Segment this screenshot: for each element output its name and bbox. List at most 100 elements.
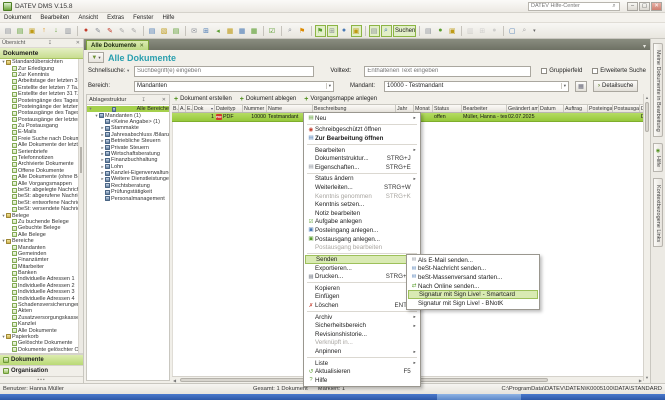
volltext-input[interactable] (367, 68, 528, 74)
sidebar-scrollbar[interactable] (78, 59, 83, 353)
column-header[interactable]: Dok ▾ (193, 105, 215, 112)
scroll-down-icon[interactable]: ▼ (644, 375, 650, 380)
tree-item[interactable]: ▸ Betriebliche Steuern (87, 138, 169, 144)
toolbar-button[interactable]: ▤ (15, 25, 26, 37)
toolbar-button[interactable]: ▦ (237, 25, 248, 37)
toolbar-button[interactable]: ▤ (147, 25, 158, 37)
detailsuche-button[interactable]: › Detailsuche (593, 80, 638, 92)
filter-button[interactable]: ▼ ▾ (88, 52, 104, 63)
scroll-left-icon[interactable]: ◀ (173, 377, 176, 384)
toolbar-button[interactable]: ⌕ (285, 25, 296, 37)
tree-item[interactable]: Alle Vorgangsmappen (0, 180, 83, 186)
column-header[interactable]: Datum (539, 105, 564, 112)
menu-item[interactable]: Ansicht (78, 15, 98, 21)
context-menu-item[interactable]: Anpinnen ▸ (305, 347, 419, 356)
toolbar-button[interactable]: ● (81, 25, 92, 37)
toolbar-button[interactable]: ↓ (51, 25, 62, 37)
toolbar-button[interactable]: ↑ (39, 25, 50, 37)
help-search[interactable]: ⌕ (528, 2, 620, 11)
toolbar-button[interactable] (503, 26, 504, 36)
toolbar-button[interactable]: ▦ (225, 25, 236, 37)
toolbar-button[interactable]: ⚑ (297, 25, 308, 37)
scroll-right-icon[interactable]: ▶ (639, 377, 642, 384)
sidebar-nav-button[interactable]: Organisation (0, 365, 83, 376)
tree-item[interactable]: Erstellte der letzten 7 Ta... (0, 85, 83, 91)
column-header[interactable]: Geändert am (507, 105, 539, 112)
toolbar-button[interactable]: ⊞ (327, 25, 338, 37)
chevron-down-icon[interactable]: ▾ (127, 68, 129, 73)
toolbar-button[interactable]: ▧ (159, 25, 170, 37)
tree-item[interactable]: Arbeitstage der letzten 31 ... (0, 78, 83, 84)
context-menu-item[interactable] (307, 173, 417, 174)
tree-item[interactable]: Erstellte der letzten 31 T... (0, 91, 83, 97)
close-icon[interactable]: ✕ (161, 97, 167, 103)
context-menu-item[interactable]: ✗ Löschen ENTF (305, 301, 419, 310)
tree-item[interactable]: Posteingänge des Tages (0, 97, 83, 103)
context-menu-item[interactable] (307, 311, 417, 312)
tree-item[interactable]: Dokumente gelöschter Or... (0, 347, 83, 353)
gruppierfeld-checkbox[interactable]: Gruppierfeld (541, 68, 582, 74)
side-tab[interactable]: ◉ Hilfe (653, 143, 663, 172)
tree-item[interactable]: beSt: abgelegte Nachrich... (0, 187, 83, 193)
toolbar-button[interactable]: ● (435, 25, 446, 37)
action-link[interactable]: + Vorgangsmappe anlegen (304, 96, 377, 103)
tree-item[interactable]: Postausgänge der letzten ... (0, 117, 83, 123)
toolbar-button[interactable]: ⚑ (315, 25, 326, 37)
context-menu-item[interactable]: ▣ Posteingang anlegen... (305, 226, 419, 235)
context-menu-item[interactable]: Kenntnis genommen STRG+K (305, 192, 419, 201)
toolbar-button[interactable]: ▣ (27, 25, 38, 37)
context-menu-item[interactable]: Notiz bearbeiten (305, 209, 419, 218)
tree-item[interactable]: Individuelle Adressen 4 (0, 295, 83, 301)
chevron-down-icon[interactable]: ▾ (326, 83, 331, 89)
search-icon[interactable]: ⌕ (609, 3, 619, 10)
column-header[interactable]: Nummer (243, 105, 267, 112)
tree-item[interactable]: ▸ Weitere Dienstleistungen (87, 176, 169, 182)
action-link[interactable]: + Dokument erstellen (174, 96, 232, 103)
toolbar-button[interactable]: ● (339, 25, 350, 37)
action-link[interactable]: + Dokument ablegen (240, 96, 296, 103)
toolbar-button[interactable]: ▥ (63, 25, 74, 37)
splitter-grip[interactable]: ▪▪▪ (0, 376, 83, 383)
context-menu-item[interactable]: ▤ Neu ▸ (305, 114, 419, 123)
column-header[interactable]: B. (172, 105, 179, 112)
tree-item[interactable]: Gelöschte Dokumente (0, 340, 83, 346)
toolbar-button[interactable]: Suchen (393, 25, 416, 37)
submenu-item[interactable]: Signatur mit Sign Live! - BNotK (408, 299, 538, 308)
toolbar-button[interactable]: ✎ (129, 25, 140, 37)
menu-item[interactable]: Extras (107, 15, 124, 21)
column-header[interactable]: Beschreibung (313, 105, 396, 112)
context-menu-item[interactable]: Einfügen ▸ (305, 293, 419, 302)
toolbar-button[interactable] (461, 26, 462, 36)
menu-item[interactable]: Hilfe (162, 15, 174, 21)
tree-item[interactable]: ▸ Kanzlei-Eigenverwaltung (87, 170, 169, 176)
column-header[interactable]: Dateityp (215, 105, 243, 112)
tree-item[interactable]: beSt: abgerufene Nachric... (0, 193, 83, 199)
toolbar-button[interactable]: ⌕ (519, 25, 530, 37)
context-menu-item[interactable] (307, 124, 417, 125)
side-tab[interactable]: Meine Dokumente in Bearbeitung (653, 43, 663, 137)
toolbar-button[interactable]: ▤ (3, 25, 14, 37)
pin-icon[interactable]: ↧ (140, 97, 146, 103)
context-menu-item[interactable]: Postausgang bearbeiten (305, 243, 419, 252)
submenu-item[interactable]: ⇄ Nach Online senden... (408, 282, 538, 291)
toolbar-button[interactable] (77, 26, 78, 36)
tree-item[interactable]: Alle Dokumente der letzte... (0, 142, 83, 148)
context-menu-item[interactable]: Verknüpft in... (305, 339, 419, 348)
context-menu-item[interactable]: Archiv ▸ (305, 313, 419, 322)
context-menu-item[interactable]: Dokumentstruktur... STRG+J (305, 154, 419, 163)
chevron-down-icon[interactable]: ▾ (561, 83, 566, 89)
column-header[interactable]: Name (267, 105, 313, 112)
context-menu-item[interactable]: ? Hilfe (305, 376, 419, 385)
toolbar-button[interactable]: ▣ (351, 25, 362, 37)
expander-icon[interactable]: ▾ (88, 106, 93, 112)
maximize-button[interactable]: ▢ (639, 2, 650, 11)
toolbar-button[interactable] (281, 26, 282, 36)
checkbox-icon[interactable] (592, 68, 598, 74)
toolbar-button[interactable] (185, 26, 186, 36)
tree-item[interactable]: ▸ Jahresabschluss /Bilanz (87, 132, 169, 138)
toolbar-button[interactable]: ☑ (267, 25, 278, 37)
help-search-input[interactable] (529, 3, 609, 9)
close-button[interactable]: ✕ (651, 2, 662, 11)
side-tab[interactable]: Kontextbezogene Links (653, 178, 663, 247)
context-menu-item[interactable]: ↺ Aktualisieren F5 (305, 367, 419, 376)
